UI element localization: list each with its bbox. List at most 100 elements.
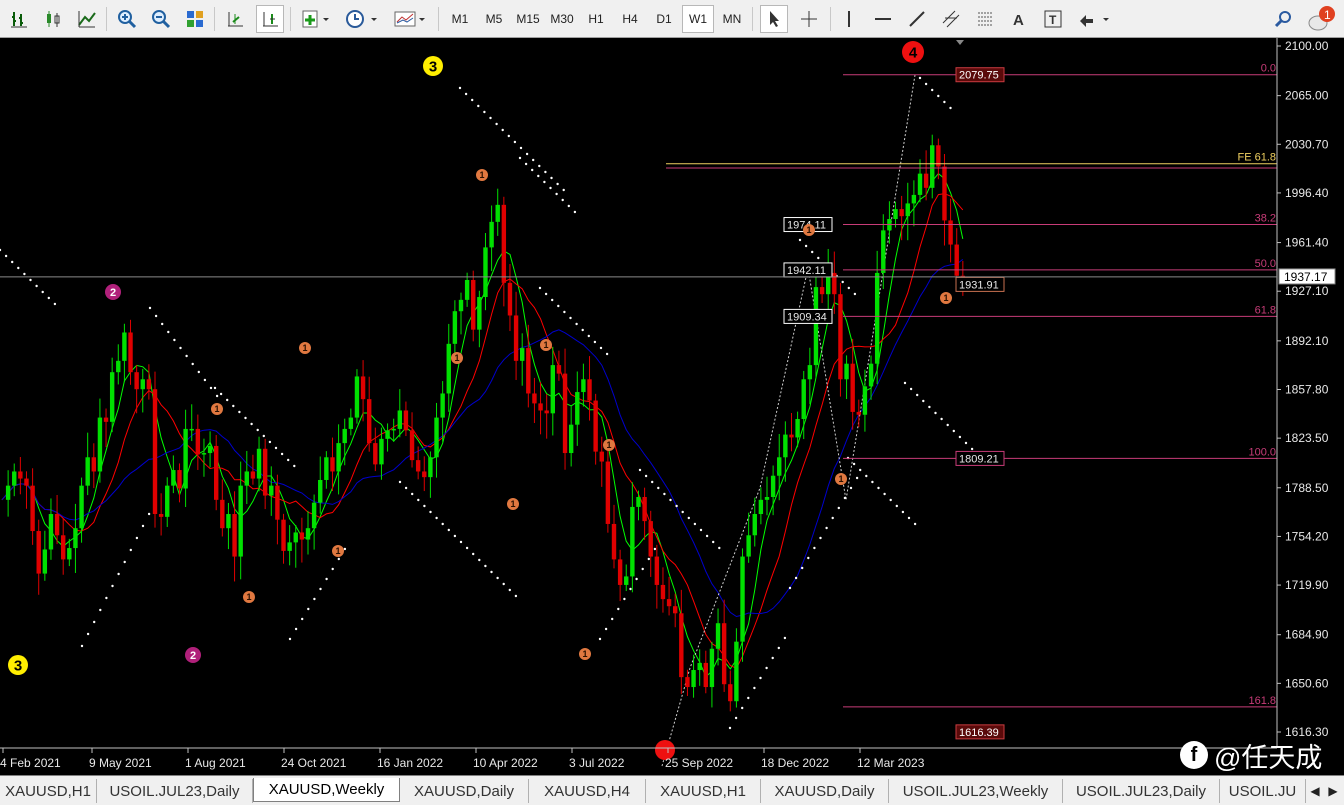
text-label-icon[interactable]: T (1040, 5, 1066, 33)
bear-candle (177, 470, 182, 489)
bull-candle (464, 280, 470, 300)
timeframe-m1[interactable]: M1 (444, 5, 476, 33)
time-axis-label: 3 Jul 2022 (569, 756, 625, 770)
timeframe-d1[interactable]: D1 (648, 5, 680, 33)
chart-tab[interactable]: XAUUSD,H1 (646, 779, 761, 803)
candlestick-chart-icon[interactable] (40, 5, 66, 33)
chart-tab[interactable]: XAUUSD,Daily (761, 779, 889, 803)
parabolic-sar-dot (771, 656, 774, 660)
parabolic-sar-dot (573, 210, 577, 214)
line-chart-icon[interactable] (74, 5, 100, 33)
bear-candle (789, 434, 794, 438)
price-axis-label: 1892.10 (1285, 334, 1329, 348)
auto-scroll-icon[interactable] (222, 5, 248, 33)
bull-candle (12, 471, 17, 486)
timeframe-m15[interactable]: M15 (512, 5, 544, 33)
parabolic-sar-dot (219, 392, 223, 396)
parabolic-sar-dot (928, 405, 931, 409)
chart-tab[interactable]: XAUUSD,Weekly (253, 778, 400, 802)
extra-price-label: 1931.91 (959, 279, 999, 291)
text-icon[interactable]: A (1006, 5, 1032, 33)
parabolic-sar-dot (105, 596, 108, 600)
arrows-menu-icon[interactable] (1074, 5, 1114, 33)
svg-text:T: T (1049, 13, 1057, 27)
indicators-menu-icon[interactable] (298, 5, 334, 33)
tile-windows-icon[interactable] (182, 5, 208, 33)
parabolic-sar-dot (313, 597, 316, 601)
timeframe-w1[interactable]: W1 (682, 5, 714, 33)
bar-chart-icon[interactable] (6, 5, 32, 33)
trendline-icon[interactable] (904, 5, 930, 33)
chart-tab[interactable]: USOIL.JUL23,Weekly (889, 779, 1063, 803)
bull-candle (801, 379, 806, 419)
bull-candle (783, 434, 788, 458)
bull-candle (764, 496, 770, 500)
parabolic-sar-dot (411, 492, 414, 496)
parabolic-sar-dot (837, 506, 840, 510)
wave-1-marker-label: 1 (943, 293, 948, 303)
parabolic-sar-dot (575, 322, 578, 326)
parabolic-sar-dot (544, 170, 547, 174)
timeframe-h4[interactable]: H4 (614, 5, 646, 33)
timeframe-mn[interactable]: MN (716, 5, 748, 33)
parabolic-sar-dot (293, 464, 296, 468)
chart-tab[interactable]: XAUUSD,Daily (400, 779, 529, 803)
periods-menu-icon[interactable] (342, 5, 382, 33)
search-icon[interactable] (1270, 5, 1296, 33)
parabolic-sar-dot (429, 510, 432, 514)
crosshair-icon[interactable] (796, 5, 822, 33)
fibonacci-retracement-icon[interactable] (972, 5, 998, 33)
vertical-line-icon[interactable] (838, 5, 860, 33)
bull-candle (715, 623, 721, 649)
chart-tab[interactable]: USOIL.JUL23,Daily (1063, 779, 1220, 803)
timeframe-m30[interactable]: M30 (546, 5, 578, 33)
parabolic-sar-dot (741, 706, 744, 710)
fib-level-label: 38.2 (1255, 213, 1276, 225)
templates-menu-icon[interactable] (390, 5, 430, 33)
timeframe-h1[interactable]: H1 (580, 5, 612, 33)
notifications-icon[interactable]: 1 (1304, 5, 1340, 33)
parabolic-sar-dot (464, 92, 468, 96)
zoom-out-icon[interactable] (148, 5, 174, 33)
bull-candle (495, 204, 500, 222)
parabolic-sar-dot (489, 116, 492, 120)
bull-candle (287, 542, 292, 551)
parabolic-sar-dot (337, 557, 340, 561)
chart-tab[interactable]: XAUUSD,H4 (529, 779, 646, 803)
scroll-tabs-right-button[interactable]: ▶ (1324, 781, 1342, 801)
parabolic-sar-dot (550, 176, 553, 180)
scroll-tabs-left-button[interactable]: ◀ (1306, 781, 1324, 801)
bull-candle (777, 457, 782, 476)
bull-candle (256, 448, 262, 479)
chart-tab[interactable]: XAUUSD,H1 (0, 779, 97, 803)
bull-candle (391, 428, 396, 431)
parabolic-sar-dot (465, 546, 469, 550)
chart-shift-icon[interactable] (256, 5, 284, 33)
chart-tab[interactable]: USOIL.JU (1220, 779, 1306, 803)
parabolic-sar-dot (813, 546, 816, 550)
timeframe-m5[interactable]: M5 (478, 5, 510, 33)
bear-candle (642, 496, 647, 522)
bear-candle (538, 403, 543, 411)
bear-candle (403, 410, 409, 431)
parabolic-sar-dot (287, 458, 290, 462)
parabolic-sar-dot (35, 284, 38, 288)
parabolic-sar-dot (483, 110, 486, 114)
parabolic-sar-dot (185, 354, 188, 358)
parabolic-sar-dot (447, 528, 450, 532)
equidistant-channel-icon[interactable] (938, 5, 964, 33)
bull-candle (752, 514, 757, 536)
horizontal-line-icon[interactable] (870, 5, 896, 33)
chart-tab[interactable]: USOIL.JUL23,Daily (97, 779, 253, 803)
bear-candle (685, 677, 690, 688)
parabolic-sar-dot (747, 696, 750, 700)
parabolic-sar-dot (135, 536, 139, 540)
chart-tabs-bar: XAUUSD,H1 USOIL.JUL23,Daily XAUUSD,Weekly X… (0, 775, 1344, 805)
bear-candle (373, 443, 378, 465)
fib-level-label: 0.0 (1261, 63, 1276, 75)
cursor-icon[interactable] (760, 5, 788, 33)
parabolic-sar-dot (191, 362, 194, 366)
price-chart[interactable]: 0.0FE 61.838.250.061.8100.0161.8 1974.11… (0, 38, 1344, 775)
zoom-in-icon[interactable] (114, 5, 140, 33)
bull-candle (79, 485, 84, 529)
